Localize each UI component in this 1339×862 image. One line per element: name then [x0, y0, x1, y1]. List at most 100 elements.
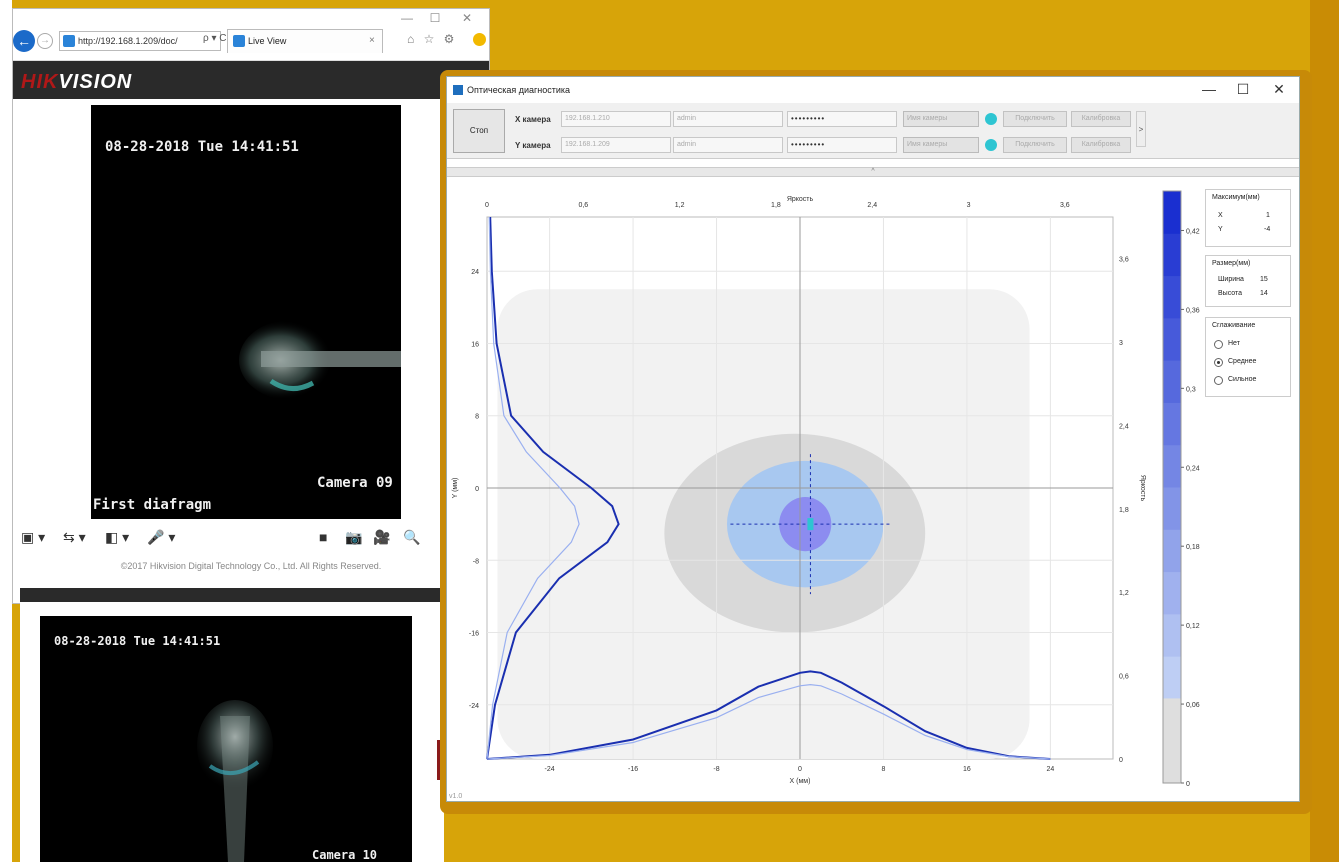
colorbar-band	[1163, 360, 1181, 403]
height-label: Высота	[1218, 290, 1243, 297]
colorbar-tick-label: 0,24	[1186, 465, 1200, 472]
audio-button[interactable]: 🎤 ▾	[147, 529, 175, 546]
record-icon[interactable]: 🎥	[373, 529, 390, 546]
colorbar-band	[1163, 487, 1181, 530]
minimize-button[interactable]: —	[1199, 81, 1219, 97]
address-bar[interactable]: http://192.168.1.209/doc/	[59, 31, 221, 51]
x-tick-label: -16	[628, 766, 638, 773]
desktop-edge	[0, 0, 12, 862]
y-tick-label: -8	[473, 558, 479, 565]
smoothing-none-label[interactable]: Нет	[1228, 340, 1240, 347]
x-camera-select[interactable]: Имя камеры	[903, 111, 979, 127]
colorbar-tick-label: 0,36	[1186, 307, 1200, 314]
y-camera-label: Y камера	[515, 141, 551, 150]
stream-switch-button[interactable]: ⇆ ▾	[63, 529, 86, 546]
close-button[interactable]: ✕	[1269, 81, 1289, 98]
diagnostics-window: Оптическая диагностика — ☐ ✕ Стоп X каме…	[446, 76, 1300, 802]
x-camera-ip-field[interactable]: 192.168.1.210	[561, 111, 671, 127]
y-camera-user-field[interactable]: admin	[673, 137, 783, 153]
x-camera-label: X камера	[515, 115, 551, 124]
y-tick-label: 0	[475, 486, 479, 493]
max-y-value: -4	[1264, 226, 1271, 233]
camera-name: Camera 09	[317, 475, 393, 491]
colorbar-tick-label: 0,3	[1186, 386, 1196, 393]
y-camera-connect-button[interactable]: Подключить	[1003, 137, 1067, 153]
x-tick-label: 24	[1047, 766, 1055, 773]
y-camera-password-field[interactable]: •••••••••	[787, 137, 897, 153]
size-title: Размер(мм)	[1212, 260, 1251, 267]
top-tick-label: 0,6	[578, 202, 588, 209]
top-tick-label: 3,6	[1060, 202, 1070, 209]
camera-timestamp: 08-28-2018 Tue 14:41:51	[105, 139, 299, 155]
right-tick-label: 1,2	[1119, 590, 1129, 597]
camera-caption: First diafragm	[93, 497, 212, 513]
minimize-button[interactable]: —	[399, 11, 415, 25]
feedback-smiley-icon[interactable]	[473, 33, 486, 46]
x-camera-connect-button[interactable]: Подключить	[1003, 111, 1067, 127]
camera-view-2[interactable]: 08-28-2018 Tue 14:41:51 Camera 10	[40, 616, 412, 862]
browser-toolbar-icons[interactable]: ⌂ ☆ ⚙	[407, 32, 457, 46]
smoothing-medium-radio[interactable]	[1214, 358, 1223, 367]
peak-marker	[807, 518, 814, 531]
smoothing-panel: Сглаживание Нет Среднее Сильное	[1205, 317, 1291, 397]
maximum-title: Максимум(мм)	[1212, 194, 1260, 201]
smoothing-medium-label[interactable]: Среднее	[1228, 358, 1256, 365]
right-tick-label: 3,6	[1119, 257, 1129, 264]
hikvision-logo: HIKVISION	[21, 71, 133, 93]
hikvision-header-2	[20, 588, 444, 602]
app-icon	[453, 85, 463, 95]
close-button[interactable]: ✕	[459, 11, 475, 25]
top-tick-label: 0	[485, 202, 489, 209]
zoom-icon[interactable]: 🔍	[403, 529, 420, 546]
aspect-ratio-button[interactable]: ◧ ▾	[105, 529, 129, 546]
expand-panel-button[interactable]: >	[1136, 111, 1146, 147]
copyright-text: ©2017 Hikvision Digital Technology Co., …	[120, 561, 382, 571]
height-value: 14	[1260, 290, 1268, 297]
colorbar-band	[1163, 571, 1181, 615]
colorbar-band	[1163, 275, 1181, 319]
width-value: 15	[1260, 276, 1268, 283]
beam-image-2	[197, 700, 273, 862]
camera-timestamp-2: 08-28-2018 Tue 14:41:51	[54, 634, 221, 648]
colorbar-tick-label: 0,12	[1186, 623, 1200, 630]
y-camera-calibrate-button[interactable]: Калибровка	[1071, 137, 1131, 153]
back-arrow-icon[interactable]: ←	[13, 30, 35, 52]
stop-all-button[interactable]: ■	[319, 529, 327, 545]
panel-splitter[interactable]: ^	[447, 167, 1299, 177]
stop-button[interactable]: Стоп	[453, 109, 505, 153]
colorbar-tick-label: 0,18	[1186, 544, 1200, 551]
y-camera-ip-field[interactable]: 192.168.1.209	[561, 137, 671, 153]
tab-live-view[interactable]: Live View	[227, 29, 383, 53]
colorbar-band	[1163, 613, 1181, 657]
smoothing-strong-radio[interactable]	[1214, 376, 1223, 385]
y-tick-label: 24	[471, 269, 479, 276]
y-camera-select[interactable]: Имя камеры	[903, 137, 979, 153]
beam-image	[239, 320, 401, 400]
forward-arrow-icon[interactable]: →	[37, 33, 53, 49]
right-tick-label: 3	[1119, 340, 1123, 347]
smoothing-strong-label[interactable]: Сильное	[1228, 376, 1256, 383]
x-camera-status-icon	[985, 113, 997, 125]
maximize-button[interactable]: ☐	[427, 11, 443, 25]
browser-window: — ☐ ✕ ← → http://192.168.1.209/doc/ ρ ▾ …	[12, 8, 490, 604]
camera-name-2: Camera 10	[312, 848, 378, 862]
right-axis-title: Яркость	[1139, 475, 1146, 502]
y-tick-label: 16	[471, 341, 479, 348]
tab-close-icon[interactable]: ×	[369, 35, 375, 46]
address-bar-icons[interactable]: ρ ▾ C	[203, 33, 227, 44]
smoothing-title: Сглаживание	[1212, 322, 1256, 329]
y-tick-label: -16	[469, 631, 479, 638]
maximize-button[interactable]: ☐	[1233, 81, 1253, 98]
colorbar-band	[1163, 656, 1181, 699]
x-camera-calibrate-button[interactable]: Калибровка	[1071, 111, 1131, 127]
camera-view-1[interactable]: 08-28-2018 Tue 14:41:51 Camera 09 First …	[91, 105, 401, 519]
x-camera-user-field[interactable]: admin	[673, 111, 783, 127]
colorbar-band	[1163, 191, 1181, 234]
colorbar-band	[1163, 529, 1181, 573]
colorbar-band	[1163, 233, 1181, 277]
colorbar-band	[1163, 402, 1181, 446]
smoothing-none-radio[interactable]	[1214, 340, 1223, 349]
window-layout-button[interactable]: ▣ ▾	[21, 529, 45, 546]
capture-icon[interactable]: 📷	[345, 529, 362, 546]
x-camera-password-field[interactable]: •••••••••	[787, 111, 897, 127]
